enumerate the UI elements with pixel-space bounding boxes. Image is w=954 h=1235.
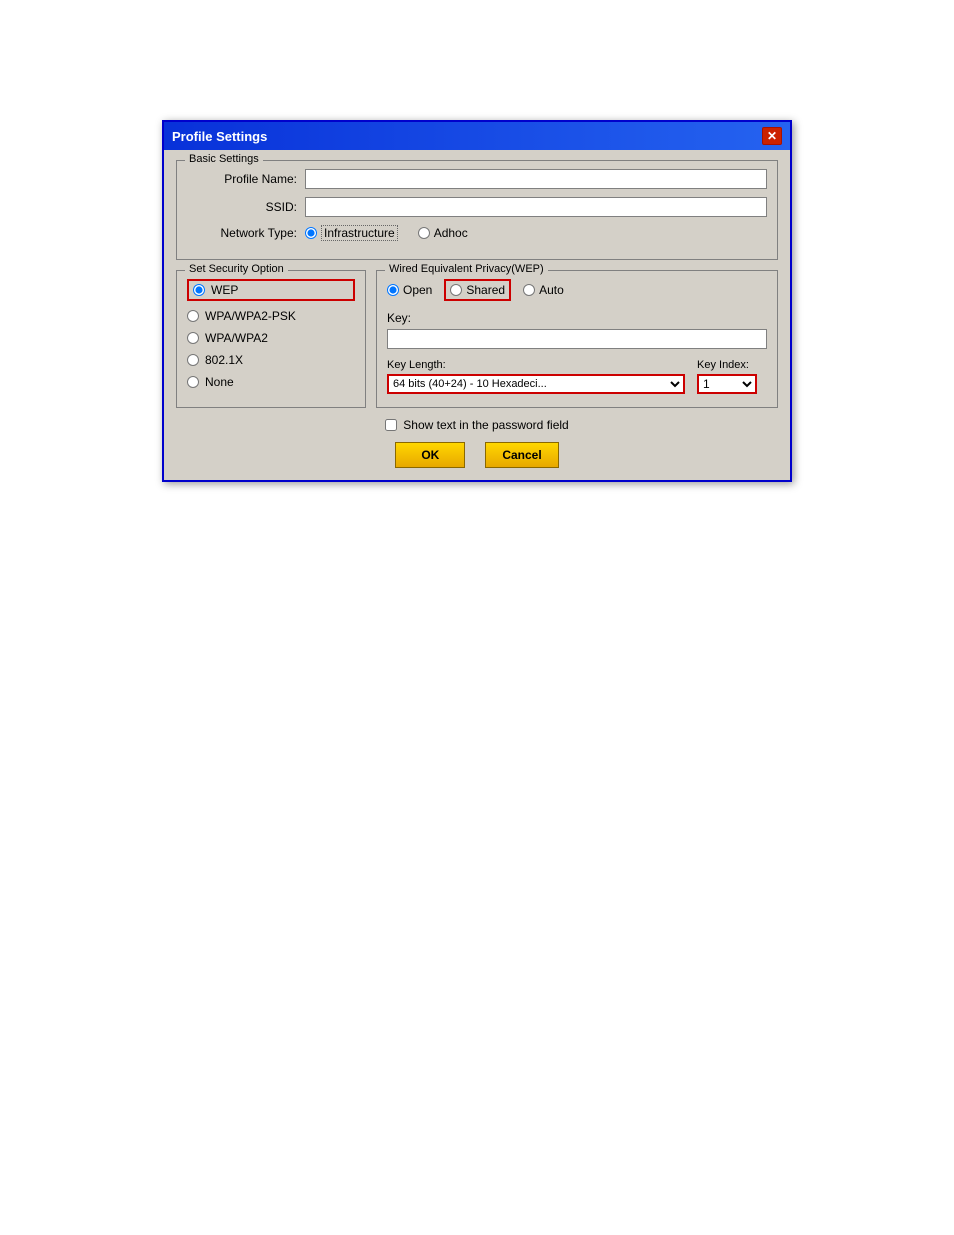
wpa-psk-radio[interactable] [187,310,199,322]
ssid-row: SSID: [187,197,767,217]
wep-group-title: Wired Equivalent Privacy(WEP) [385,263,548,275]
profile-name-input[interactable] [305,169,767,189]
key-length-group: Key Length: 64 bits (40+24) - 10 Hexadec… [387,359,685,394]
infrastructure-option[interactable]: Infrastructure [305,225,398,241]
key-index-group: Key Index: 1 2 3 4 [697,359,767,394]
basic-settings-title: Basic Settings [185,153,263,165]
wpa-label: WPA/WPA2 [205,331,268,345]
wpa-psk-option: WPA/WPA2-PSK [187,309,355,323]
none-option: None [187,375,355,389]
adhoc-label: Adhoc [434,226,468,240]
network-type-radio-group: Infrastructure Adhoc [305,225,468,241]
wep-radio[interactable] [193,284,205,296]
shared-radio[interactable] [450,284,462,296]
key-index-select-wrapper: 1 2 3 4 [697,374,767,394]
key-length-select[interactable]: 64 bits (40+24) - 10 Hexadeci... 128 bit… [387,374,685,394]
basic-settings-group: Basic Settings Profile Name: SSID: Netwo… [176,160,778,260]
key-length-select-wrapper: 64 bits (40+24) - 10 Hexadeci... 128 bit… [387,374,685,394]
wpa-radio[interactable] [187,332,199,344]
open-label: Open [403,283,432,297]
wpa-psk-label: WPA/WPA2-PSK [205,309,296,323]
none-radio[interactable] [187,376,199,388]
auto-label: Auto [539,283,564,297]
auto-radio[interactable] [523,284,535,296]
shared-label: Shared [466,283,505,297]
none-label: None [205,375,234,389]
button-row: OK Cancel [176,442,778,468]
wep-settings-group: Wired Equivalent Privacy(WEP) Open Share… [376,270,778,408]
open-radio[interactable] [387,284,399,296]
network-type-label: Network Type: [187,226,297,240]
8021x-radio[interactable] [187,354,199,366]
dialog-title: Profile Settings [172,129,267,144]
shared-option: Shared [444,279,511,301]
infrastructure-radio[interactable] [305,227,317,239]
close-button[interactable]: ✕ [762,127,782,145]
profile-settings-dialog: Profile Settings ✕ Basic Settings Profil… [162,120,792,482]
title-bar: Profile Settings ✕ [164,122,790,150]
key-length-label: Key Length: [387,359,685,371]
wep-option: WEP [187,279,355,301]
8021x-label: 802.1X [205,353,243,367]
show-password-row: Show text in the password field [176,418,778,432]
profile-name-label: Profile Name: [187,172,297,186]
auto-option: Auto [523,283,564,297]
ssid-label: SSID: [187,200,297,214]
wep-label: WEP [211,283,238,297]
key-index-select[interactable]: 1 2 3 4 [697,374,757,394]
infrastructure-label: Infrastructure [321,225,398,241]
show-password-checkbox[interactable] [385,419,397,431]
cancel-button[interactable]: Cancel [485,442,558,468]
wpa-option: WPA/WPA2 [187,331,355,345]
ssid-input[interactable] [305,197,767,217]
key-input[interactable] [387,329,767,349]
adhoc-option[interactable]: Adhoc [418,226,468,240]
open-option: Open [387,283,432,297]
adhoc-radio[interactable] [418,227,430,239]
dialog-body: Basic Settings Profile Name: SSID: Netwo… [164,150,790,480]
network-type-row: Network Type: Infrastructure Adhoc [187,225,767,241]
ok-button[interactable]: OK [395,442,465,468]
profile-name-row: Profile Name: [187,169,767,189]
security-options-group: Set Security Option WEP WPA/WPA2-PSK WPA… [176,270,366,408]
show-password-label: Show text in the password field [403,418,568,432]
wep-auth-row: Open Shared Auto [387,279,767,301]
key-index-label: Key Index: [697,359,767,371]
two-columns-section: Set Security Option WEP WPA/WPA2-PSK WPA… [176,270,778,408]
security-options-title: Set Security Option [185,263,288,275]
key-options-row: Key Length: 64 bits (40+24) - 10 Hexadec… [387,359,767,394]
8021x-option: 802.1X [187,353,355,367]
key-label: Key: [387,311,767,325]
